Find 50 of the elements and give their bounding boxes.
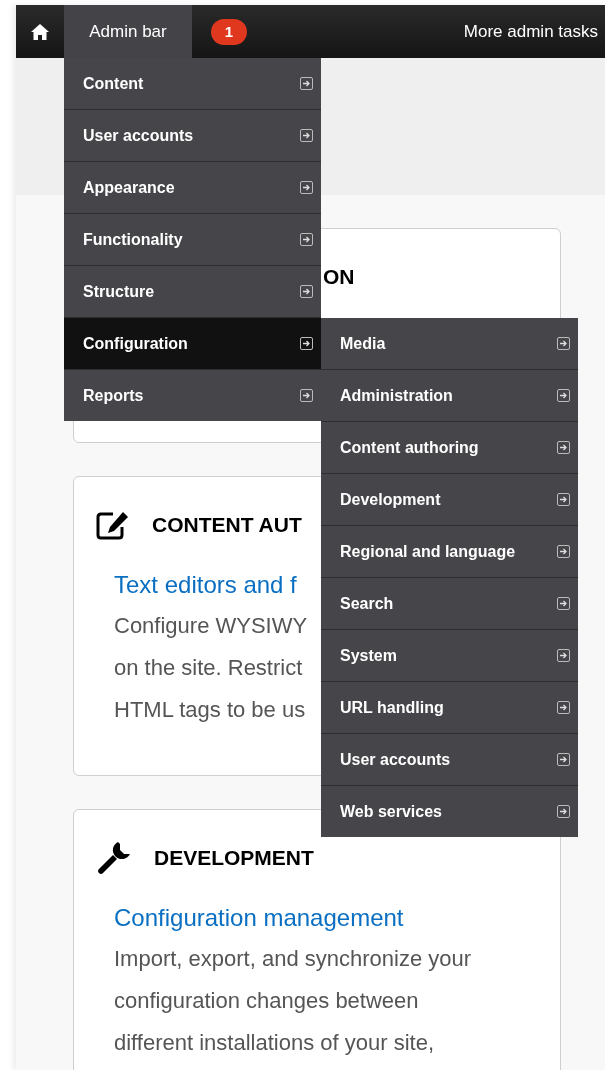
description-line: configuration changes between xyxy=(114,987,419,1015)
expand-icon xyxy=(557,805,570,818)
expand-icon xyxy=(300,181,313,194)
wrench-icon xyxy=(96,840,132,876)
expand-icon xyxy=(300,285,313,298)
expand-icon xyxy=(557,389,570,402)
menu-item[interactable]: Functionality xyxy=(64,214,321,266)
expand-icon xyxy=(300,233,313,246)
expand-icon xyxy=(300,129,313,142)
expand-icon xyxy=(557,493,570,506)
card-title: ON xyxy=(323,265,355,289)
expand-icon xyxy=(557,701,570,714)
menu-item[interactable]: Administration xyxy=(321,370,578,422)
card-title: CONTENT AUT xyxy=(152,513,302,537)
expand-icon xyxy=(557,441,570,454)
card-link[interactable]: Text editors and f xyxy=(114,571,297,599)
card-title: DEVELOPMENT xyxy=(154,846,314,870)
edit-icon xyxy=(96,510,130,540)
expand-icon xyxy=(557,597,570,610)
expand-icon xyxy=(557,337,570,350)
expand-icon xyxy=(557,753,570,766)
description-line: Import, export, and synchronize your xyxy=(114,945,472,973)
description-line: HTML tags to be us xyxy=(114,696,306,724)
menu-item[interactable]: Web services xyxy=(321,786,578,837)
menu-item[interactable]: User accounts xyxy=(64,110,321,162)
menu-item[interactable]: Content xyxy=(64,58,321,110)
notification-badge: 1 xyxy=(211,18,247,45)
menu-item[interactable]: Development xyxy=(321,474,578,526)
expand-icon xyxy=(300,77,313,90)
toolbar-tab[interactable]: Admin bar xyxy=(64,5,192,58)
menu-item[interactable]: Appearance xyxy=(64,162,321,214)
expand-icon xyxy=(557,545,570,558)
description-line: Configure WYSIWY xyxy=(114,612,308,640)
menu-item[interactable]: Regional and language xyxy=(321,526,578,578)
card-link[interactable]: Configuration management xyxy=(114,904,404,932)
description-line: different installations of your site, xyxy=(114,1029,434,1057)
expand-icon xyxy=(300,337,313,350)
menu-item[interactable]: Media xyxy=(321,318,578,370)
expand-icon xyxy=(557,649,570,662)
more-admin-tasks-link[interactable]: More admin tasks xyxy=(463,21,598,42)
menu-item[interactable]: System xyxy=(321,630,578,682)
menu-item[interactable]: Search xyxy=(321,578,578,630)
menu-item[interactable]: Reports xyxy=(64,370,321,421)
home-icon xyxy=(30,22,50,41)
menu-item[interactable]: URL handling xyxy=(321,682,578,734)
menu-item[interactable]: Configuration xyxy=(64,318,321,370)
expand-icon xyxy=(300,389,313,402)
menu-item[interactable]: User accounts xyxy=(321,734,578,786)
menu-item[interactable]: Content authoring xyxy=(321,422,578,474)
description-line: on the site. Restrict xyxy=(114,654,303,682)
